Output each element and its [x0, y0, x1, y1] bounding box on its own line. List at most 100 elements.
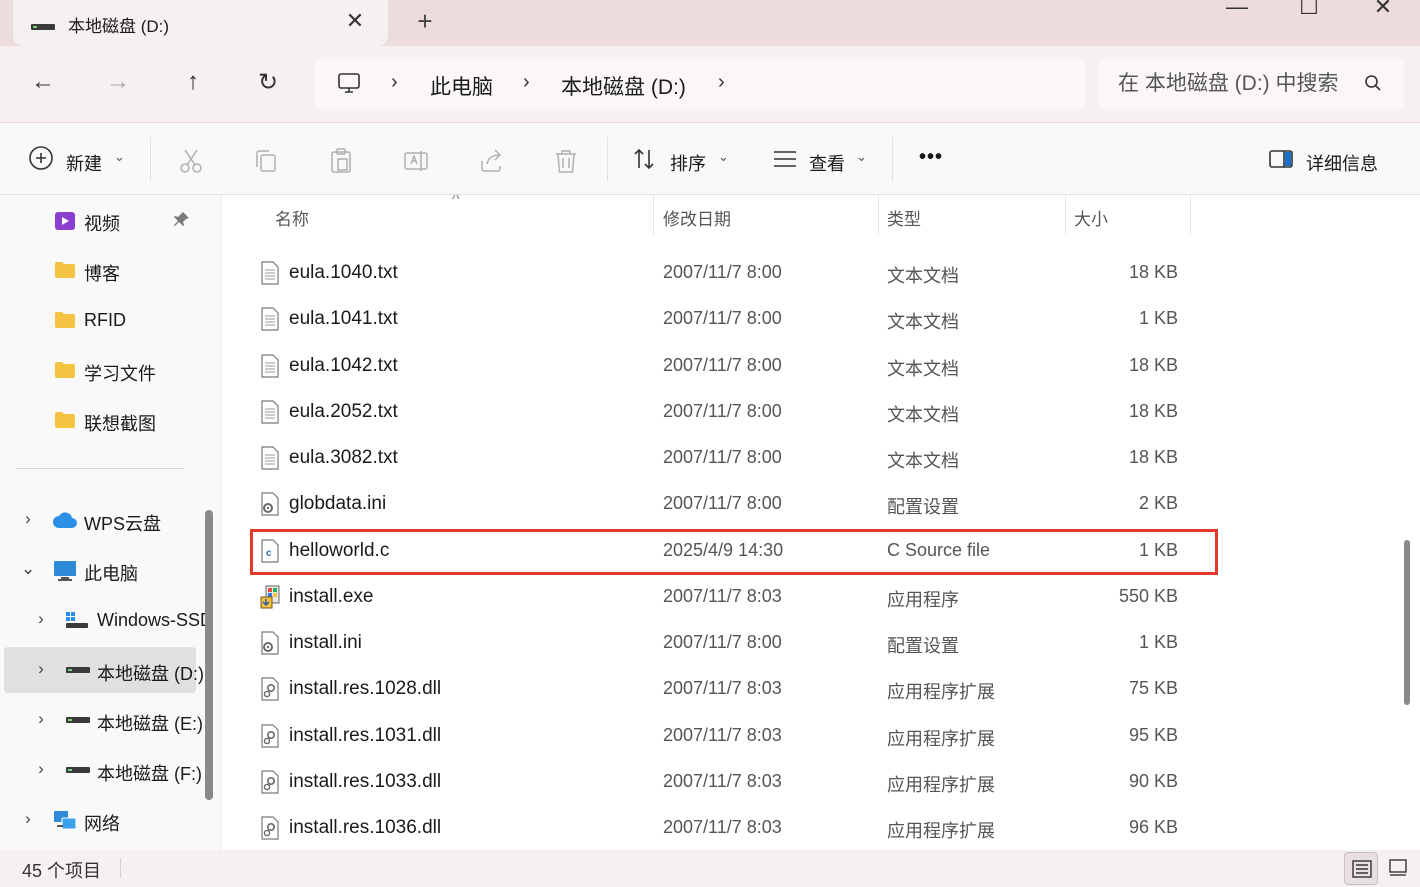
back-button[interactable]: ←	[28, 68, 58, 96]
chevron-right-icon[interactable]: ›	[21, 809, 35, 829]
sidebar-item-videos[interactable]: 视频	[4, 197, 196, 243]
installer-app-icon	[260, 585, 284, 614]
file-name: install.res.1028.dll	[289, 678, 442, 700]
file-row[interactable]: install.res.1033.dll 2007/11/7 8:03 应用程序扩展…	[250, 759, 1216, 805]
sort-button[interactable]: 排序 ⌄	[632, 145, 732, 174]
sidebar-item-windows-ssd[interactable]: › Windows-SSD	[4, 597, 213, 643]
sidebar-item-study-files[interactable]: 学习文件	[4, 347, 196, 393]
sidebar-item-local-disk-d[interactable]: › 本地磁盘 (D:)	[4, 647, 204, 693]
tiles-view-button[interactable]	[1382, 852, 1416, 885]
search-icon[interactable]	[1364, 74, 1382, 97]
sidebar-item-rfid[interactable]: RFID	[4, 297, 196, 343]
file-row[interactable]: eula.2052.txt 2007/11/7 8:00 文本文档 18 KB	[250, 389, 1216, 435]
column-divider[interactable]	[1065, 195, 1066, 235]
sort-ascending-icon: ^	[452, 195, 460, 208]
file-row[interactable]: install.exe 2007/11/7 8:03 应用程序 550 KB	[250, 574, 1216, 620]
file-name: eula.1041.txt	[289, 308, 398, 330]
paste-icon[interactable]	[327, 147, 355, 175]
file-modified-date: 2007/11/7 8:03	[663, 724, 782, 745]
close-window-button[interactable]: ✕	[1368, 0, 1398, 20]
sidebar-item-blog[interactable]: 博客	[4, 247, 196, 293]
folder-icon	[55, 362, 75, 378]
file-size: 1 KB	[1138, 632, 1178, 652]
file-modified-date: 2007/11/7 8:03	[663, 678, 782, 699]
column-header-size[interactable]: 大小	[1074, 205, 1108, 230]
breadcrumb-local-disk-d[interactable]: 本地磁盘 (D:)	[561, 71, 686, 101]
chevron-right-icon[interactable]: ›	[34, 659, 48, 679]
file-size: 96 KB	[1128, 817, 1178, 837]
sidebar-scrollbar[interactable]	[205, 510, 213, 800]
tab-local-disk-d[interactable]: 本地磁盘 (D:) ✕	[13, 0, 388, 46]
navigation-pane: 视频 博客 RFID 学习文件 联想截图 › WPS云盘 ⌄ 此电脑 › Win…	[0, 195, 220, 850]
chevron-down-icon[interactable]: ⌄	[21, 559, 35, 579]
details-view-button[interactable]	[1344, 852, 1378, 885]
column-divider[interactable]	[878, 195, 879, 235]
column-divider[interactable]	[653, 195, 654, 235]
new-tab-button[interactable]: +	[413, 6, 437, 37]
file-type: 配置设置	[887, 497, 959, 518]
breadcrumb-separator[interactable]: ›	[718, 71, 725, 94]
file-row[interactable]: install.ini 2007/11/7 8:00 配置设置 1 KB	[250, 620, 1216, 666]
file-type: 应用程序扩展	[887, 682, 995, 703]
tab-close-icon[interactable]: ✕	[343, 8, 367, 34]
sidebar-item-wps-cloud[interactable]: › WPS云盘	[4, 497, 196, 543]
column-header-modified[interactable]: 修改日期	[663, 205, 731, 230]
view-button[interactable]: 查看 ⌄	[772, 145, 872, 174]
rename-icon[interactable]	[402, 147, 430, 175]
chevron-right-icon[interactable]: ›	[34, 759, 48, 779]
breadcrumb-this-pc[interactable]: 此电脑	[430, 71, 493, 101]
minimize-button[interactable]: —	[1222, 0, 1252, 20]
file-row[interactable]: install.res.1036.dll 2007/11/7 8:03 应用程序扩展…	[250, 805, 1216, 850]
file-row[interactable]: eula.1042.txt 2007/11/7 8:00 文本文档 18 KB	[250, 343, 1216, 389]
more-options-button[interactable]: •••	[919, 145, 959, 173]
toolbar-divider	[892, 137, 893, 181]
maximize-button[interactable]: ☐	[1294, 0, 1324, 20]
sidebar-item-lenovo-screenshots[interactable]: 联想截图	[4, 397, 196, 443]
address-bar[interactable]: › 此电脑 › 本地磁盘 (D:) ›	[315, 59, 1085, 109]
cut-icon[interactable]	[177, 147, 205, 175]
file-modified-date: 2007/11/7 8:03	[663, 817, 782, 837]
details-pane-button[interactable]: 详细信息	[1268, 145, 1398, 174]
sidebar-item-label: 此电脑	[84, 564, 138, 584]
sidebar-item-label: 本地磁盘 (E:)	[97, 714, 203, 734]
sidebar-item-this-pc[interactable]: ⌄ 此电脑	[4, 547, 196, 593]
file-size: 18 KB	[1128, 447, 1178, 467]
sidebar-item-local-disk-e[interactable]: › 本地磁盘 (E:)	[4, 697, 203, 743]
file-row[interactable]: globdata.ini 2007/11/7 8:00 配置设置 2 KB	[250, 481, 1216, 527]
new-button[interactable]: 新建 ⌄	[28, 145, 128, 174]
file-row[interactable]: eula.1040.txt 2007/11/7 8:00 文本文档 18 KB	[250, 250, 1216, 296]
share-icon[interactable]	[477, 147, 505, 175]
search-box[interactable]	[1098, 59, 1404, 109]
file-row[interactable]: install.res.1028.dll 2007/11/7 8:03 应用程序扩展…	[250, 666, 1216, 712]
file-size: 95 KB	[1128, 724, 1178, 745]
up-button[interactable]: ↑	[178, 68, 208, 96]
details-pane-icon	[1269, 150, 1293, 168]
file-row[interactable]: eula.3082.txt 2007/11/7 8:00 文本文档 18 KB	[250, 435, 1216, 481]
copy-icon[interactable]	[252, 147, 280, 175]
file-name: eula.1042.txt	[289, 354, 398, 376]
file-row[interactable]: eula.1041.txt 2007/11/7 8:00 文本文档 1 KB	[250, 296, 1216, 342]
chevron-right-icon[interactable]: ›	[34, 609, 48, 629]
file-name: eula.2052.txt	[289, 400, 398, 422]
view-list-icon	[774, 151, 796, 167]
chevron-right-icon[interactable]: ›	[34, 709, 48, 729]
drive-icon	[31, 19, 55, 37]
new-label: 新建	[66, 154, 102, 174]
column-header-name[interactable]: 名称	[275, 205, 309, 230]
sidebar-item-network[interactable]: › 网络	[4, 797, 196, 843]
status-divider	[120, 858, 121, 878]
delete-icon[interactable]	[552, 147, 580, 175]
column-divider[interactable]	[1190, 195, 1191, 235]
file-size: 18 KB	[1128, 354, 1178, 375]
content-scrollbar[interactable]	[1404, 540, 1410, 705]
search-input[interactable]	[1118, 69, 1348, 99]
sidebar-item-local-disk-f[interactable]: › 本地磁盘 (F:)	[4, 747, 202, 793]
file-size: 2 KB	[1138, 493, 1178, 514]
file-size: 90 KB	[1128, 770, 1178, 791]
more-icon: •••	[919, 146, 944, 168]
refresh-button[interactable]: ↻	[253, 68, 283, 97]
column-header-type[interactable]: 类型	[887, 205, 921, 230]
forward-button[interactable]: →	[103, 68, 133, 96]
file-row[interactable]: install.res.1031.dll 2007/11/7 8:03 应用程序扩展…	[250, 713, 1216, 759]
chevron-right-icon[interactable]: ›	[21, 509, 35, 529]
